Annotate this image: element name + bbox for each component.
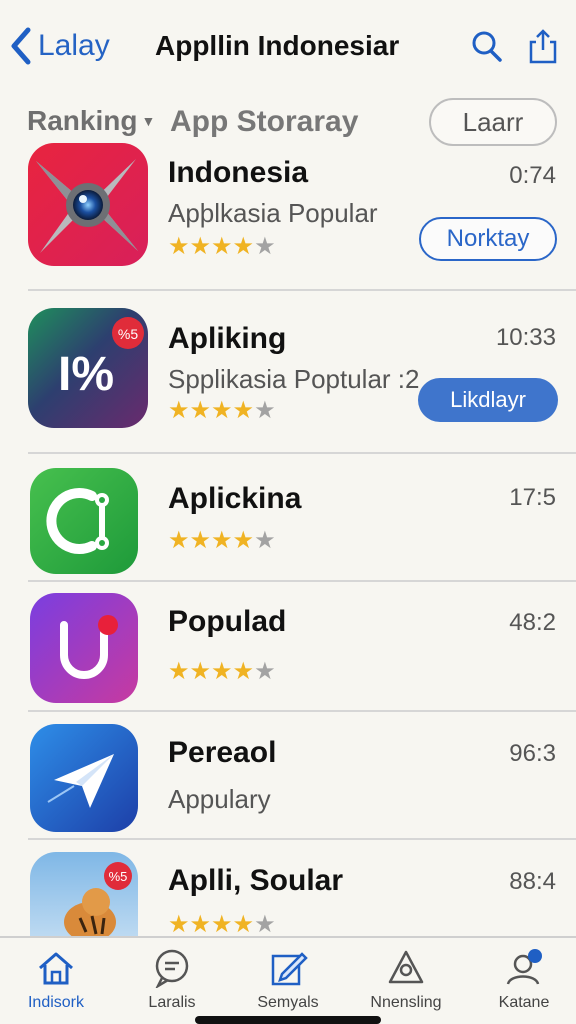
bag-icon <box>388 950 424 984</box>
app-icon-camera <box>28 143 148 266</box>
app-time: 96:3 <box>509 740 556 767</box>
svg-text:%5: %5 <box>118 326 138 342</box>
tab-bar: Indisork Laralis Semyals Nnensling Katan… <box>0 936 576 1024</box>
back-label: Lalay <box>38 29 110 62</box>
rating-stars: ★★★★★ <box>168 397 276 424</box>
ranking-label: Ranking <box>27 105 138 136</box>
app-subtitle: Appulary <box>168 784 271 814</box>
tab-label: Laralis <box>148 994 196 1011</box>
app-icon-percent: %5 I% <box>28 308 148 428</box>
app-icon-green <box>30 468 138 574</box>
divider <box>28 580 576 582</box>
store-label: App Storaray <box>170 105 359 138</box>
app-time: 0:74 <box>509 162 556 189</box>
rating-stars: ★★★★★ <box>168 527 276 554</box>
filter-row: Ranking ▼ App Storaray Laarr <box>0 98 576 148</box>
app-time: 10:33 <box>495 324 556 351</box>
divider <box>28 838 576 840</box>
app-time: 17:5 <box>509 484 556 511</box>
chat-icon <box>155 949 189 988</box>
divider <box>28 710 576 712</box>
edit-icon <box>271 952 308 986</box>
header: Lalay Appllin Indonesiar <box>0 0 576 96</box>
rating-stars: ★★★★★ <box>168 911 276 938</box>
rating-stars: ★★★★★ <box>168 233 276 260</box>
chevron-left-icon <box>11 27 31 65</box>
search-button[interactable] <box>470 28 504 64</box>
home-indicator <box>195 1016 381 1024</box>
app-subtitle: Spplikasia Poptular :2 <box>168 364 420 394</box>
share-button[interactable] <box>526 28 560 64</box>
tab-chat[interactable]: Laralis <box>124 948 220 1012</box>
tab-label: Indisork <box>27 994 85 1011</box>
app-name: Populad <box>168 605 287 638</box>
app-name: Pereaol <box>168 736 277 769</box>
tab-bag[interactable]: Nnensling <box>358 948 454 1012</box>
app-icon-purple <box>30 593 138 703</box>
back-button[interactable]: Lalay <box>8 26 110 66</box>
rating-stars: ★★★★★ <box>168 658 276 685</box>
get-button[interactable]: Norktay <box>419 217 557 261</box>
app-name: Indonesia <box>168 156 309 189</box>
filter-action-button[interactable]: Laarr <box>429 98 557 146</box>
app-time: 48:2 <box>509 609 556 636</box>
share-icon <box>529 29 557 64</box>
profile-icon <box>506 949 542 985</box>
app-name: Aplli, Soular <box>168 864 344 897</box>
tab-home[interactable]: Indisork <box>8 948 104 1012</box>
svg-text:%5: %5 <box>109 869 128 884</box>
app-time: 88:4 <box>509 868 556 895</box>
app-icon-paper-plane <box>30 724 138 832</box>
caret-down-icon: ▼ <box>141 113 156 129</box>
home-icon <box>39 952 73 985</box>
ranking-dropdown[interactable]: Ranking ▼ <box>27 105 155 137</box>
divider <box>28 452 576 454</box>
page-title: Appllin Indonesiar <box>155 30 400 61</box>
tab-profile[interactable]: Katane <box>476 948 572 1012</box>
svg-text:I%: I% <box>58 348 114 401</box>
divider <box>28 289 576 291</box>
tab-edit[interactable]: Semyals <box>240 948 336 1012</box>
tab-label: Semyals <box>257 994 319 1011</box>
tab-label: Katane <box>498 994 550 1011</box>
app-name: Apliking <box>168 322 287 355</box>
app-name: Aplickina <box>168 482 302 515</box>
app-subtitle: Apþlkasia Popular <box>168 198 378 228</box>
search-icon <box>472 31 502 62</box>
open-button[interactable]: Likdlayr <box>418 378 558 422</box>
tab-label: Nnensling <box>370 994 442 1011</box>
